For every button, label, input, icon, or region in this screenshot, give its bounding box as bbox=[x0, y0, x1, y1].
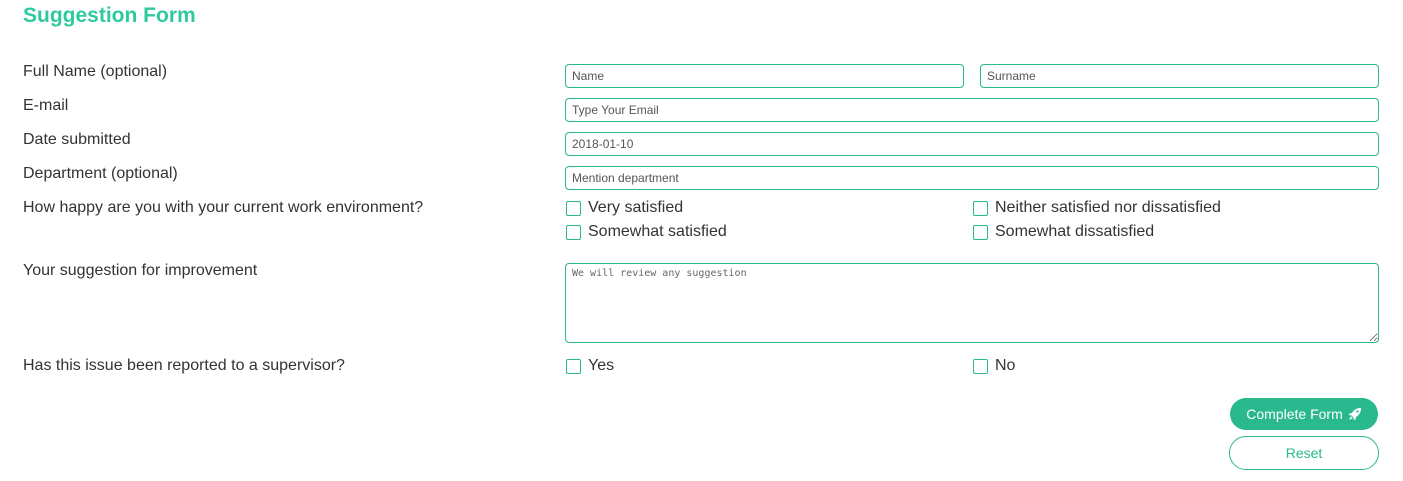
checkbox-box[interactable] bbox=[973, 200, 988, 216]
checkbox-label: No bbox=[995, 357, 1016, 374]
date-input[interactable] bbox=[565, 132, 1379, 156]
checkbox-very-satisfied[interactable]: Very satisfied bbox=[566, 199, 683, 217]
surname-input[interactable] bbox=[980, 64, 1379, 88]
rocket-icon bbox=[1348, 407, 1361, 421]
checkbox-box[interactable] bbox=[973, 224, 988, 240]
complete-form-label: Complete Form bbox=[1246, 406, 1343, 422]
happiness-label: How happy are you with your current work… bbox=[23, 199, 424, 216]
checkbox-box[interactable] bbox=[566, 200, 581, 216]
checkbox-somewhat-satisfied[interactable]: Somewhat satisfied bbox=[566, 223, 727, 241]
reset-button[interactable]: Reset bbox=[1229, 436, 1379, 470]
checkbox-somewhat-dissatisfied[interactable]: Somewhat dissatisfied bbox=[973, 223, 1154, 241]
suggestion-label: Your suggestion for improvement bbox=[23, 262, 258, 279]
checkbox-label: Somewhat satisfied bbox=[588, 223, 727, 240]
checkbox-no[interactable]: No bbox=[973, 357, 1015, 375]
date-label: Date submitted bbox=[23, 131, 131, 148]
checkbox-box[interactable] bbox=[566, 358, 581, 374]
suggestion-textarea[interactable] bbox=[565, 263, 1379, 343]
checkbox-label: Yes bbox=[588, 357, 615, 374]
checkbox-neither[interactable]: Neither satisfied nor dissatisfied bbox=[973, 199, 1221, 217]
email-label: E-mail bbox=[23, 97, 69, 114]
form-title: Suggestion Form bbox=[23, 4, 196, 27]
checkbox-box[interactable] bbox=[566, 224, 581, 240]
first-name-input[interactable] bbox=[565, 64, 964, 88]
department-input[interactable] bbox=[565, 166, 1379, 190]
full-name-label: Full Name (optional) bbox=[23, 63, 168, 80]
checkbox-box[interactable] bbox=[973, 358, 988, 374]
checkbox-label: Very satisfied bbox=[588, 199, 684, 216]
checkbox-label: Neither satisfied nor dissatisfied bbox=[995, 199, 1221, 216]
department-label: Department (optional) bbox=[23, 165, 178, 182]
checkbox-yes[interactable]: Yes bbox=[566, 357, 614, 375]
reported-label: Has this issue been reported to a superv… bbox=[23, 357, 345, 374]
email-input[interactable] bbox=[565, 98, 1379, 122]
complete-form-button[interactable]: Complete Form bbox=[1230, 398, 1378, 430]
checkbox-label: Somewhat dissatisfied bbox=[995, 223, 1155, 240]
